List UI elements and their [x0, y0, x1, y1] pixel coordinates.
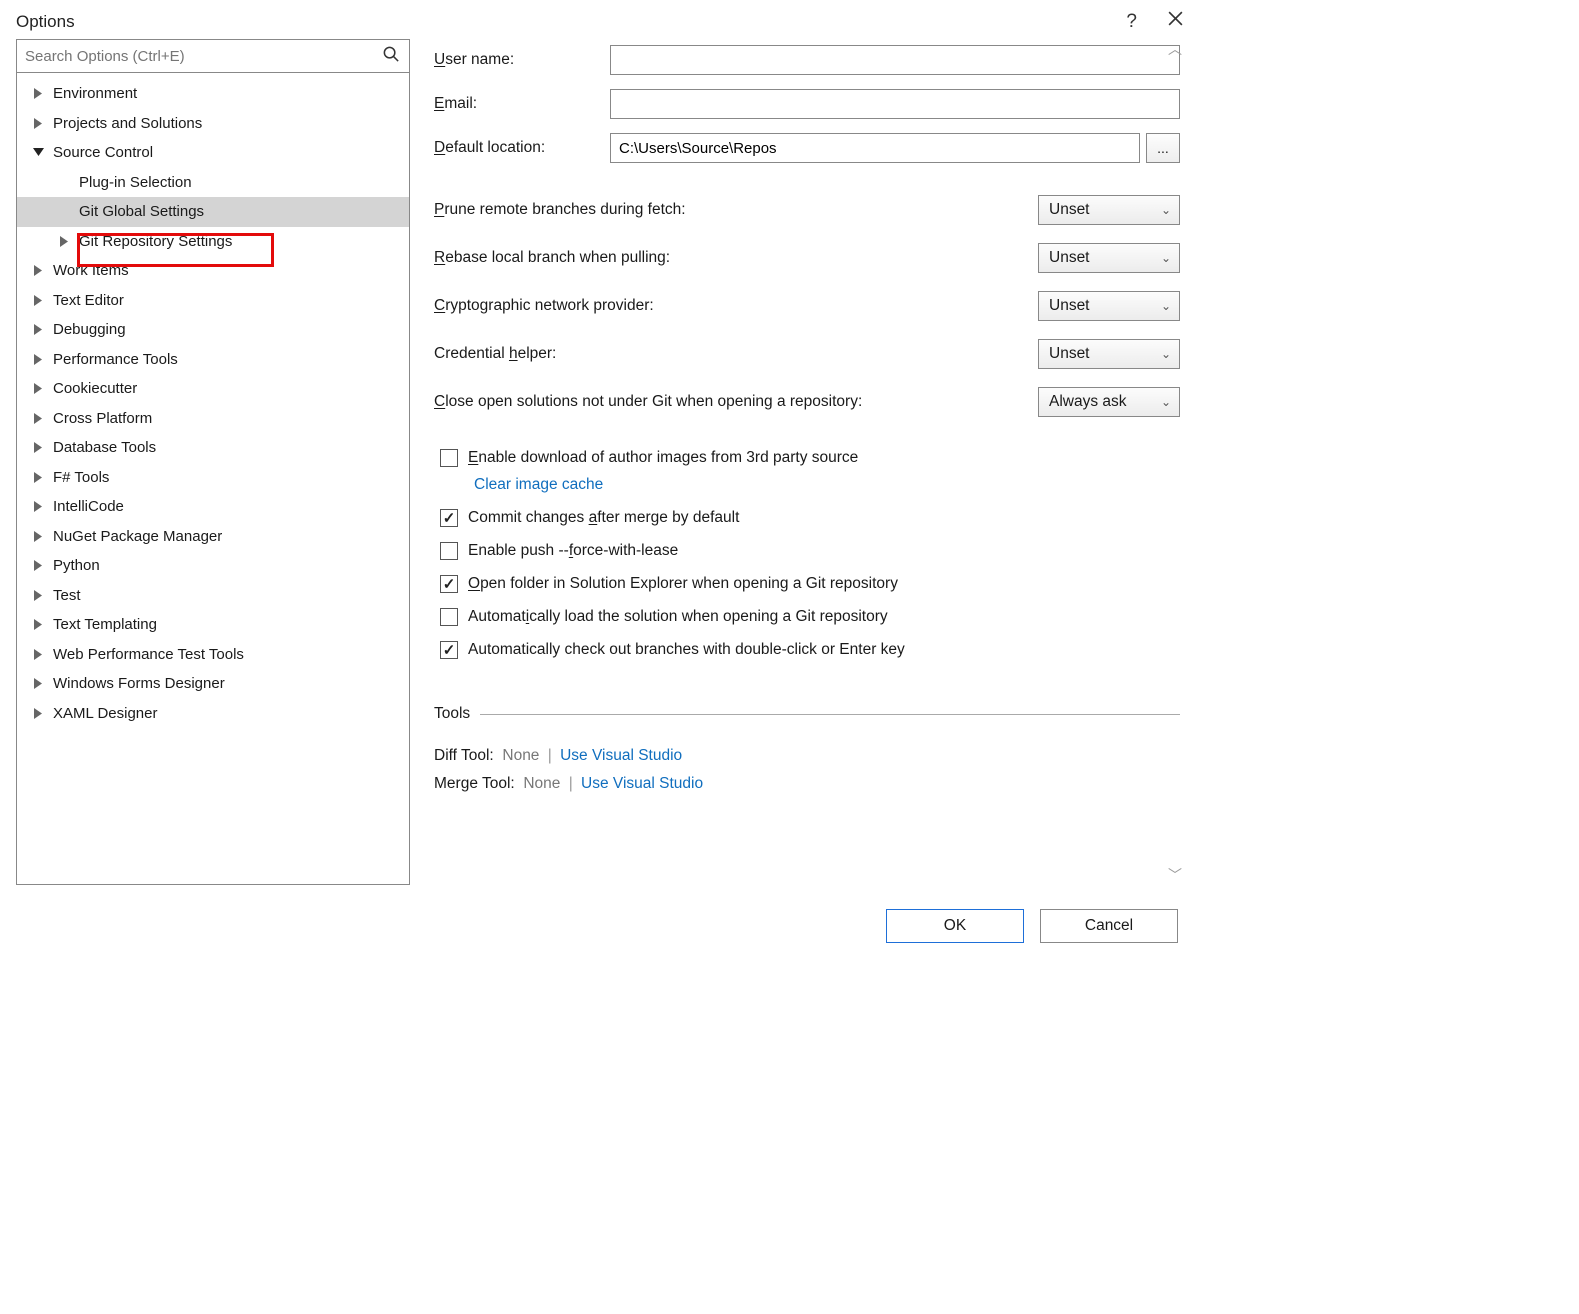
dialog-title: Options: [16, 12, 75, 32]
tree-item-web-perf[interactable]: Web Performance Test Tools: [17, 640, 409, 670]
tree-item-work-items[interactable]: Work Items: [17, 256, 409, 286]
help-icon[interactable]: ?: [1126, 11, 1137, 33]
merge-use-vs-link[interactable]: Use Visual Studio: [581, 775, 703, 792]
scroll-down-icon[interactable]: ﹀: [1166, 865, 1184, 885]
browse-button[interactable]: ...: [1146, 133, 1180, 163]
search-input-wrap[interactable]: [16, 39, 410, 73]
tree-item-git-global-settings[interactable]: ·Git Global Settings: [17, 197, 409, 227]
force-with-lease-label: Enable push --force-with-lease: [468, 542, 678, 560]
chevron-down-icon: ⌄: [1161, 299, 1171, 313]
crypto-select[interactable]: Unset⌄: [1038, 291, 1180, 321]
diff-tool-line: Diff Tool: None | Use Visual Studio: [434, 747, 1180, 765]
tree-item-python[interactable]: Python: [17, 551, 409, 581]
close-solutions-label: Close open solutions not under Git when …: [434, 393, 1038, 411]
search-icon: [382, 45, 401, 68]
tree-item-intellicode[interactable]: IntelliCode: [17, 492, 409, 522]
username-input[interactable]: [610, 45, 1180, 75]
tree-item-database-tools[interactable]: Database Tools: [17, 433, 409, 463]
email-label: Email:: [434, 95, 610, 113]
auto-checkout-label: Automatically check out branches with do…: [468, 641, 905, 659]
tree-item-git-repository-settings[interactable]: Git Repository Settings: [17, 227, 409, 257]
chevron-down-icon: ⌄: [1161, 395, 1171, 409]
ok-button[interactable]: OK: [886, 909, 1024, 943]
tree-item-environment[interactable]: Environment: [17, 79, 409, 109]
prune-label: Prune remote branches during fetch:: [434, 201, 1038, 219]
commit-after-merge-label: Commit changes after merge by default: [468, 509, 739, 527]
divider: [480, 714, 1180, 715]
tree-item-test[interactable]: Test: [17, 581, 409, 611]
close-solutions-select[interactable]: Always ask⌄: [1038, 387, 1180, 417]
cancel-button[interactable]: Cancel: [1040, 909, 1178, 943]
tree-item-cross-platform[interactable]: Cross Platform: [17, 404, 409, 434]
force-with-lease-checkbox[interactable]: [440, 542, 458, 560]
credential-helper-select[interactable]: Unset⌄: [1038, 339, 1180, 369]
scroll-up-icon[interactable]: ︿: [1166, 39, 1184, 59]
commit-after-merge-checkbox[interactable]: [440, 509, 458, 527]
rebase-select[interactable]: Unset⌄: [1038, 243, 1180, 273]
credential-helper-label: Credential helper:: [434, 345, 1038, 363]
crypto-label: Cryptographic network provider:: [434, 297, 1038, 315]
chevron-down-icon: ⌄: [1161, 203, 1171, 217]
open-folder-checkbox[interactable]: [440, 575, 458, 593]
default-location-label: Default location:: [434, 139, 610, 157]
enable-download-checkbox[interactable]: [440, 449, 458, 467]
tree-item-text-editor[interactable]: Text Editor: [17, 286, 409, 316]
search-input[interactable]: [17, 44, 373, 69]
tree-item-xaml[interactable]: XAML Designer: [17, 699, 409, 729]
prune-select[interactable]: Unset⌄: [1038, 195, 1180, 225]
auto-checkout-checkbox[interactable]: [440, 641, 458, 659]
clear-image-cache-link[interactable]: Clear image cache: [474, 476, 603, 494]
email-input[interactable]: [610, 89, 1180, 119]
default-location-input[interactable]: [610, 133, 1140, 163]
tree-item-projects-and-solutions[interactable]: Projects and Solutions: [17, 109, 409, 139]
rebase-label: Rebase local branch when pulling:: [434, 249, 1038, 267]
enable-download-label: Enable download of author images from 3r…: [468, 449, 858, 467]
tree-item-text-templating[interactable]: Text Templating: [17, 610, 409, 640]
tree-item-source-control[interactable]: Source Control: [17, 138, 409, 168]
tree-item-performance-tools[interactable]: Performance Tools: [17, 345, 409, 375]
tools-header: Tools: [434, 705, 470, 723]
tree-item-cookiecutter[interactable]: Cookiecutter: [17, 374, 409, 404]
chevron-down-icon: ⌄: [1161, 251, 1171, 265]
auto-load-solution-label: Automatically load the solution when ope…: [468, 608, 888, 626]
username-label: User name:: [434, 51, 610, 69]
diff-use-vs-link[interactable]: Use Visual Studio: [560, 747, 682, 764]
tree-item-nuget[interactable]: NuGet Package Manager: [17, 522, 409, 552]
auto-load-solution-checkbox[interactable]: [440, 608, 458, 626]
nav-tree[interactable]: Environment Projects and Solutions Sourc…: [16, 73, 410, 885]
merge-tool-line: Merge Tool: None | Use Visual Studio: [434, 775, 1180, 793]
close-icon[interactable]: [1167, 10, 1184, 33]
tree-item-debugging[interactable]: Debugging: [17, 315, 409, 345]
tree-item-winforms[interactable]: Windows Forms Designer: [17, 669, 409, 699]
open-folder-label: Open folder in Solution Explorer when op…: [468, 575, 898, 593]
tree-item-fsharp-tools[interactable]: F# Tools: [17, 463, 409, 493]
tree-item-plugin-selection[interactable]: ·Plug-in Selection: [17, 168, 409, 198]
chevron-down-icon: ⌄: [1161, 347, 1171, 361]
